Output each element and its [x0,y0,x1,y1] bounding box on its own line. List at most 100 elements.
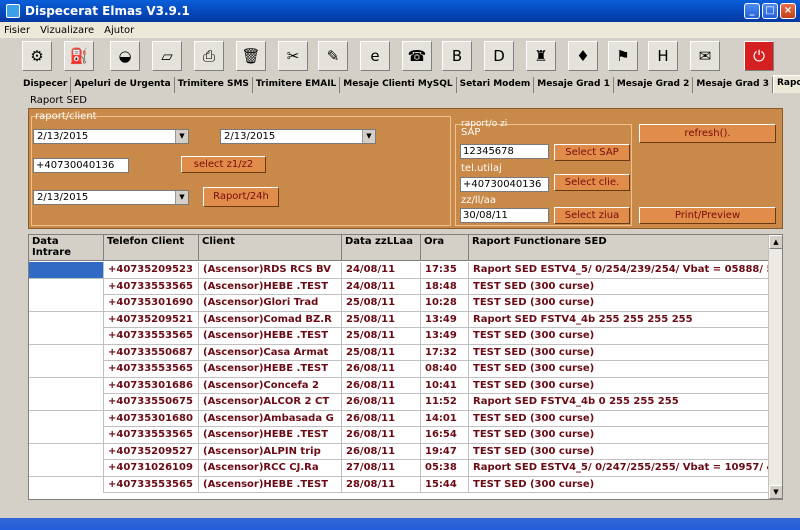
cell-client: (Ascensor)ALCOR 2 CT [199,394,342,410]
tab-mesaje-grad-3[interactable]: Mesaje Grad 3 [693,77,773,93]
select-sap-button[interactable]: Select SAP [554,144,630,161]
select-z1z2-button[interactable]: select z1/z2 [181,156,266,173]
menu-vizualizare[interactable]: Vizualizare [40,25,94,36]
cell-data-intrare [29,476,104,493]
column-header-data-intrare[interactable]: Data Intrare [29,235,104,261]
table-row[interactable]: +40735209523 (Ascensor)RDS RCS BV 24/08/11… [29,262,769,279]
table-row[interactable]: +40735301680 (Ascensor)Ambasada G 26/08/11… [29,410,769,427]
tab-mesaje-grad-2[interactable]: Mesaje Grad 2 [614,77,694,93]
cell-data-zzllaa: 26/08/11 [342,427,421,443]
chevron-down-icon[interactable]: ▼ [362,130,375,143]
power-icon[interactable]: ⏻ [744,41,774,71]
table-row[interactable]: +40735209521 (Ascensor)Comad BZ.R 25/08/11… [29,311,769,328]
column-header-ora[interactable]: Ora [421,235,469,261]
cell-raport-sed: TEST SED (300 curse) [469,443,769,460]
menu-fisier[interactable]: Fisier [4,25,30,36]
cell-telefon-client: +40735209521 [104,311,199,328]
brand-icon[interactable]: B [442,41,472,71]
chevron-down-icon[interactable]: ▼ [175,191,188,204]
scroll-up-icon[interactable]: ▲ [769,235,782,249]
table-row[interactable]: +40735209527 (Ascensor)ALPIN trip 26/08/11… [29,443,769,460]
table-row[interactable]: +40735301686 (Ascensor)Concefa 2 26/08/11 1… [29,377,769,394]
hanel-icon[interactable]: H [648,41,678,71]
table-row[interactable]: +40731026109 (Ascensor)RCC CJ.Ra 27/08/11 0… [29,460,769,477]
select-client-button[interactable]: Select clie. [554,174,630,191]
date-to-select[interactable]: 2/13/2015 ▼ [220,129,376,144]
cell-data-intrare [29,443,104,460]
vertical-scrollbar[interactable]: ▲ ▼ [768,235,782,499]
raport-24h-button[interactable]: Raport/24h [203,187,279,207]
cell-telefon-client: +40735301680 [104,410,199,427]
phone-input[interactable]: +40730040136 [33,158,129,173]
scanner-icon[interactable]: ▱ [152,41,182,71]
cell-client: (Ascensor)HEBE .TEST [199,427,342,443]
table-row[interactable]: +40733553565 (Ascensor)HEBE .TEST 26/08/11… [29,361,769,378]
column-header-telefon-client[interactable]: Telefon Client [104,235,199,261]
cell-data-intrare [29,295,104,311]
printer-icon[interactable]: ⎙ [194,41,224,71]
fax-icon[interactable]: ✉ [690,41,720,71]
forklift-icon[interactable]: ♜ [526,41,556,71]
column-header-data-zzllaa[interactable]: Data zzLLaa [342,235,421,261]
tab-trimitere-sms[interactable]: Trimitere SMS [175,77,253,93]
tab-dispecer[interactable]: Dispecer [20,77,72,93]
e-icon[interactable]: e [360,41,390,71]
cell-client: (Ascensor)HEBE .TEST [199,361,342,377]
cell-ora: 11:52 [421,394,469,410]
table-row[interactable]: +40735301690 (Ascensor)Glori Trad 25/08/11… [29,295,769,312]
cell-ora: 19:47 [421,443,469,460]
tools-icon[interactable]: ✂ [278,41,308,71]
valve-icon[interactable]: ⚙ [22,41,52,71]
brand2-icon[interactable]: ♦ [568,41,598,71]
cell-client: (Ascensor)ALPIN trip [199,443,342,460]
table-row[interactable]: +40733553565 (Ascensor)HEBE .TEST 25/08/11… [29,328,769,345]
broom-icon[interactable]: ✎ [318,41,348,71]
tab-mesaje-grad-1[interactable]: Mesaje Grad 1 [534,77,614,93]
minimize-button[interactable]: _ [744,3,760,19]
cell-raport-sed: TEST SED (300 curse) [469,328,769,344]
cell-ora: 16:54 [421,427,469,443]
date-input[interactable]: 30/08/11 [460,208,549,223]
date-24h-select[interactable]: 2/13/2015 ▼ [33,190,189,205]
cell-data-intrare [29,427,104,443]
cell-client: (Ascensor)HEBE .TEST [199,476,342,493]
cell-raport-sed: TEST SED (300 curse) [469,361,769,377]
column-header-client[interactable]: Client [199,235,342,261]
refresh-button[interactable]: refresh(). [639,124,776,143]
cell-data-intrare [29,361,104,377]
cell-ora: 10:28 [421,295,469,311]
tab-raport-sed[interactable]: Raport SED [772,75,800,93]
cell-data-zzllaa: 24/08/11 [342,278,421,295]
soap-icon[interactable]: ◒ [110,41,140,71]
hydrant-icon[interactable]: ⛽ [64,41,94,71]
cell-raport-sed: TEST SED (300 curse) [469,410,769,427]
table-row[interactable]: +40733553565 (Ascensor)HEBE .TEST 26/08/11… [29,427,769,444]
cell-telefon-client: +40735301690 [104,295,199,311]
table-row[interactable]: +40733550687 (Ascensor)Casa Armat 25/08/11… [29,344,769,361]
table-row[interactable]: +40733553565 (Ascensor)HEBE .TEST 24/08/11… [29,278,769,295]
tab-apeluri-de-urgenta[interactable]: Apeluri de Urgenta [71,77,175,93]
print-preview-button[interactable]: Print/Preview [639,207,776,224]
chevron-down-icon[interactable]: ▼ [175,130,188,143]
demag-icon[interactable]: D [484,41,514,71]
tab-mesaje-clienti-mysql[interactable]: Mesaje Clienti MySQL [340,77,457,93]
sap-input[interactable]: 12345678 [460,144,549,159]
close-button[interactable]: × [780,3,796,19]
scroll-down-icon[interactable]: ▼ [769,485,782,499]
cell-client: (Ascensor)HEBE .TEST [199,278,342,295]
crane-icon[interactable]: ⚑ [608,41,638,71]
tab-setari-modem[interactable]: Setari Modem [457,77,535,93]
maximize-button[interactable]: □ [762,3,778,19]
tel-input[interactable]: +40730040136 [460,177,549,192]
trash-icon[interactable]: 🗑 [236,41,266,71]
date-from-select[interactable]: 2/13/2015 ▼ [33,129,189,144]
table-row[interactable]: +40733550675 (Ascensor)ALCOR 2 CT 26/08/11… [29,394,769,411]
table-row[interactable]: +40733553565 (Ascensor)HEBE .TEST 28/08/11… [29,476,769,493]
phone-icon[interactable]: ☎ [402,41,432,71]
tab-trimitere-email[interactable]: Trimitere EMAIL [253,77,341,93]
menu-ajutor[interactable]: Ajutor [104,25,134,36]
cell-raport-sed: Raport SED FSTV4_4b 0 255 255 255 [469,394,769,410]
cell-raport-sed: Raport SED ESTV4_5/ 0/247/255/255/ Vbat … [469,460,769,476]
select-ziua-button[interactable]: Select ziua [554,207,630,224]
column-header-raport-sed[interactable]: Raport Functionare SED [469,235,769,261]
